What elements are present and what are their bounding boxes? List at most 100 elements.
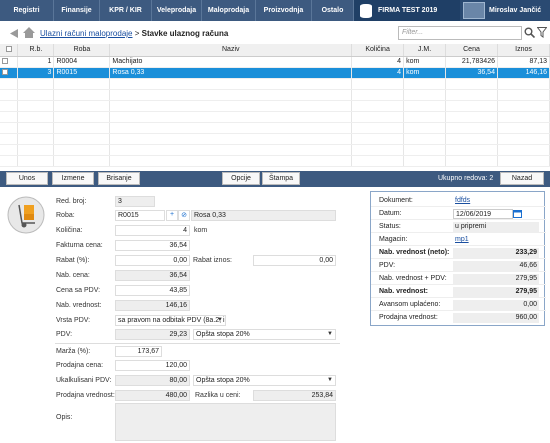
cena-pdv-input[interactable]: 43,85 xyxy=(115,285,190,296)
prodajna-cena-label: Prodajna cena: xyxy=(56,362,103,369)
cell-cena: 21,783426 xyxy=(446,56,498,67)
vrsta-pdv-value: sa pravom na odbitak PDV (8a.2, i xyxy=(118,317,225,324)
summary-row: Nab. vrednost (neto):233,29 xyxy=(371,247,546,259)
cell-cena: 36,54 xyxy=(446,67,498,78)
add-roba-button[interactable]: + xyxy=(166,210,178,221)
calendar-icon[interactable] xyxy=(513,209,522,218)
nazad-button[interactable]: Nazad xyxy=(500,172,544,185)
row-checkbox[interactable] xyxy=(2,58,8,64)
pdv-stopa-value: Opšta stopa 20% xyxy=(196,331,250,338)
kolicina-input[interactable]: 4 xyxy=(115,225,190,236)
ukalkulisani-pdv-field: 80,00 xyxy=(115,375,190,386)
opis-textarea[interactable] xyxy=(115,403,336,441)
col-kolicina[interactable]: Količina xyxy=(352,44,404,56)
vrsta-pdv-label: Vrsta PDV: xyxy=(56,317,90,324)
table-row[interactable]: 1 R0004 Machijato 4 kom 21,783426 87,13 xyxy=(0,56,550,67)
nav-kpr-kir[interactable]: KPR / KIR xyxy=(100,0,152,21)
cell-iznos: 146,16 xyxy=(497,67,549,78)
dokument-link[interactable]: fdfds xyxy=(453,196,539,206)
nav-proizvodnja[interactable]: Proizvodnja xyxy=(256,0,312,21)
action-bar: Unos Izmene Brisanje Opcije Štampa Ukupn… xyxy=(0,171,550,187)
col-rb[interactable]: R.b. xyxy=(18,44,54,56)
col-iznos[interactable]: Iznos xyxy=(497,44,549,56)
prodajna-vrednost-label: Prodajna vrednost: xyxy=(56,392,115,399)
nab-vrednost-neto-label: Nab. vrednost (neto): xyxy=(379,249,449,256)
prodajna-vrednost-sum-value: 960,00 xyxy=(453,313,539,323)
summary-row: Nab. vrednost + PDV:279,95 xyxy=(371,273,546,285)
empty-row xyxy=(0,155,550,166)
table-row-selected[interactable]: 3 R0015 Rosa 0,33 4 kom 36,54 146,16 xyxy=(0,67,550,78)
back-arrow-icon[interactable] xyxy=(6,28,20,39)
cell-naziv: Rosa 0,33 xyxy=(110,67,352,78)
ukalk-stopa-select[interactable]: Opšta stopa 20% xyxy=(193,375,336,386)
dokument-label: Dokument: xyxy=(379,197,413,204)
pdv-stopa-select[interactable]: Opšta stopa 20% xyxy=(193,329,336,340)
breadcrumb-link[interactable]: Ulazni računi maloprodaje xyxy=(40,29,133,38)
col-roba[interactable]: Roba xyxy=(54,44,110,56)
col-jm[interactable]: J.M. xyxy=(404,44,446,56)
home-icon[interactable] xyxy=(22,26,36,39)
izmene-button[interactable]: Izmene xyxy=(52,172,94,185)
opcije-button[interactable]: Opcije xyxy=(222,172,260,185)
select-all-checkbox[interactable] xyxy=(6,46,12,52)
empty-row xyxy=(0,144,550,155)
row-select-cell[interactable] xyxy=(0,56,18,67)
chevron-down-icon[interactable]: ▼ xyxy=(327,377,333,383)
nav-registri[interactable]: Registri xyxy=(0,0,54,21)
summary-row: Prodajna vrednost:960,00 xyxy=(371,312,546,324)
roba-field[interactable]: R0015 xyxy=(115,210,165,221)
row-select-cell[interactable] xyxy=(0,67,18,78)
nav-finansije[interactable]: Finansije xyxy=(54,0,100,21)
col-naziv[interactable]: Naziv xyxy=(110,44,352,56)
brisanje-button[interactable]: Brisanje xyxy=(98,172,140,185)
datum-label: Datum: xyxy=(379,210,402,217)
summary-row: Datum: 12/06/2019 xyxy=(371,208,546,220)
user-menu[interactable]: Miroslav Jančić xyxy=(460,0,550,21)
razlika-label: Razlika u ceni: xyxy=(195,392,241,399)
select-all-cell[interactable] xyxy=(0,44,18,56)
nab-vrednost-field: 146,16 xyxy=(115,300,190,311)
firm-name: FIRMA TEST 2019 xyxy=(378,7,437,14)
firm-selector[interactable]: FIRMA TEST 2019 xyxy=(354,0,460,21)
nab-cena-label: Nab. cena: xyxy=(56,272,90,279)
kolicina-label: Količina: xyxy=(56,227,82,234)
fakturna-cena-input[interactable]: 36,54 xyxy=(115,240,190,251)
chevron-down-icon[interactable]: ▼ xyxy=(217,317,223,323)
chevron-down-icon[interactable]: ▼ xyxy=(327,331,333,337)
nab-plus-pdv-value: 279,95 xyxy=(453,274,539,284)
cell-iznos: 87,13 xyxy=(497,56,549,67)
vrsta-pdv-select[interactable]: sa pravom na odbitak PDV (8a.2, i xyxy=(115,315,226,326)
nav-veleprodaja[interactable]: Veleprodaja xyxy=(152,0,202,21)
link-icon[interactable]: ⊘ xyxy=(178,210,190,221)
summary-row: Nab. vrednost:279,95 xyxy=(371,286,546,298)
row-checkbox[interactable] xyxy=(2,69,8,75)
filter-funnel-icon[interactable] xyxy=(537,27,547,38)
empty-row xyxy=(0,78,550,89)
rabat-pct-input[interactable]: 0,00 xyxy=(115,255,190,266)
col-cena[interactable]: Cena xyxy=(446,44,498,56)
datum-field[interactable]: 12/06/2019 xyxy=(453,209,513,219)
jm-label: kom xyxy=(194,227,207,234)
page-title: Stavke ulaznog računa xyxy=(142,29,229,38)
nav-maloprodaja[interactable]: Maloprodaja xyxy=(202,0,256,21)
ukalkulisani-pdv-label: Ukalkulisani PDV: xyxy=(56,377,111,384)
cell-jm: kom xyxy=(404,67,446,78)
marza-input[interactable]: 173,67 xyxy=(115,346,162,357)
empty-row xyxy=(0,122,550,133)
stampa-button[interactable]: Štampa xyxy=(262,172,300,185)
nav-ostalo[interactable]: Ostalo xyxy=(312,0,354,21)
status-field: u pripremi xyxy=(453,222,539,232)
filter-input[interactable]: Filter... xyxy=(398,26,522,40)
rabat-iznos-input[interactable]: 0,00 xyxy=(253,255,336,266)
unos-button[interactable]: Unos xyxy=(6,172,48,185)
magacin-link[interactable]: mp1 xyxy=(453,235,539,245)
prodajna-cena-input[interactable]: 120,00 xyxy=(115,360,190,371)
cena-pdv-label: Cena sa PDV: xyxy=(56,287,100,294)
ukalk-stopa-value: Opšta stopa 20% xyxy=(196,377,250,384)
cell-kolicina: 4 xyxy=(352,67,404,78)
fakturna-cena-label: Fakturna cena: xyxy=(56,242,103,249)
search-icon[interactable] xyxy=(524,27,535,38)
cell-naziv: Machijato xyxy=(110,56,352,67)
prodajna-vrednost-field: 480,00 xyxy=(115,390,190,401)
avans-value: 0,00 xyxy=(453,300,539,310)
